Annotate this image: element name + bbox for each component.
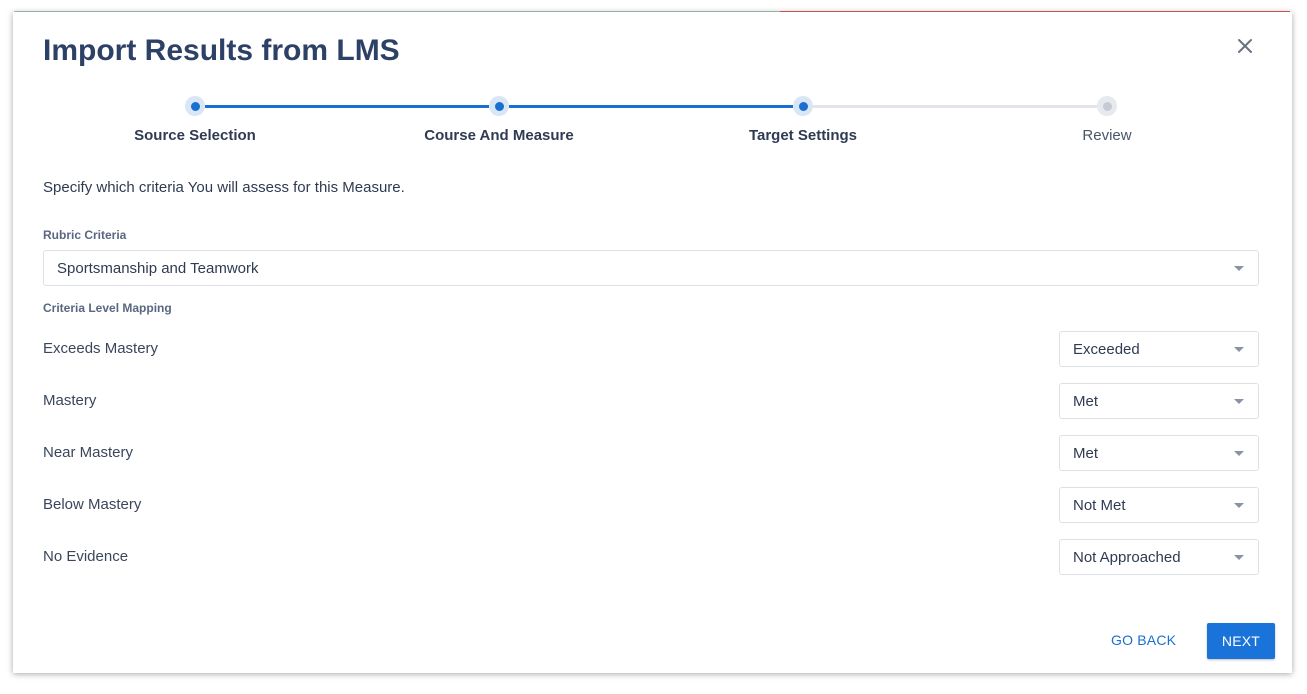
close-icon[interactable] <box>1235 36 1255 56</box>
mapping-select-no-evidence[interactable]: Not Approached <box>1059 539 1259 575</box>
import-results-dialog: Import Results from LMS Source Selection… <box>13 12 1292 673</box>
chevron-down-icon <box>1234 555 1244 560</box>
mapping-select-value: Met <box>1073 392 1099 410</box>
mapping-row-label: Near Mastery <box>43 444 134 461</box>
mapping-row-label: Mastery <box>43 392 97 409</box>
mapping-row-label: Exceeds Mastery <box>43 340 159 357</box>
step-4-indicator <box>1097 96 1117 116</box>
next-button[interactable]: NEXT <box>1207 623 1275 659</box>
step-2-indicator <box>489 96 509 116</box>
chevron-down-icon <box>1234 347 1244 352</box>
instructions-text: Specify which criteria You will assess f… <box>43 179 405 196</box>
step-connector-3 <box>813 105 1097 108</box>
mapping-select-value: Met <box>1073 444 1099 462</box>
mapping-select-near-mastery[interactable]: Met <box>1059 435 1259 471</box>
step-connector-1 <box>205 105 489 108</box>
rubric-criteria-select[interactable]: Sportsmanship and Teamwork <box>43 250 1259 286</box>
step-1-indicator <box>185 96 205 116</box>
chevron-down-icon <box>1234 266 1244 271</box>
step-label-course-and-measure: Course And Measure <box>424 127 574 144</box>
mapping-select-value: Not Approached <box>1073 548 1181 566</box>
mapping-select-value: Exceeded <box>1073 340 1140 358</box>
mapping-select-below-mastery[interactable]: Not Met <box>1059 487 1259 523</box>
progress-stepper: Source Selection Course And Measure Targ… <box>43 94 1259 154</box>
mapping-select-value: Not Met <box>1073 496 1126 514</box>
step-label-target-settings: Target Settings <box>748 127 858 144</box>
step-label-review: Review <box>1082 127 1132 144</box>
dialog-title: Import Results from LMS <box>43 34 400 67</box>
chevron-down-icon <box>1234 451 1244 456</box>
step-label-source-selection: Source Selection <box>134 127 256 144</box>
mapping-row-label: Below Mastery <box>43 496 142 513</box>
rubric-criteria-value: Sportsmanship and Teamwork <box>57 259 259 277</box>
chevron-down-icon <box>1234 399 1244 404</box>
criteria-level-mapping-label: Criteria Level Mapping <box>43 301 172 315</box>
step-3-indicator <box>793 96 813 116</box>
go-back-button[interactable]: GO BACK <box>1111 632 1176 648</box>
mapping-select-mastery[interactable]: Met <box>1059 383 1259 419</box>
rubric-criteria-label: Rubric Criteria <box>43 228 127 242</box>
chevron-down-icon <box>1234 503 1244 508</box>
mapping-select-exceeds-mastery[interactable]: Exceeded <box>1059 331 1259 367</box>
mapping-row-label: No Evidence <box>43 548 129 565</box>
step-connector-2 <box>509 105 793 108</box>
